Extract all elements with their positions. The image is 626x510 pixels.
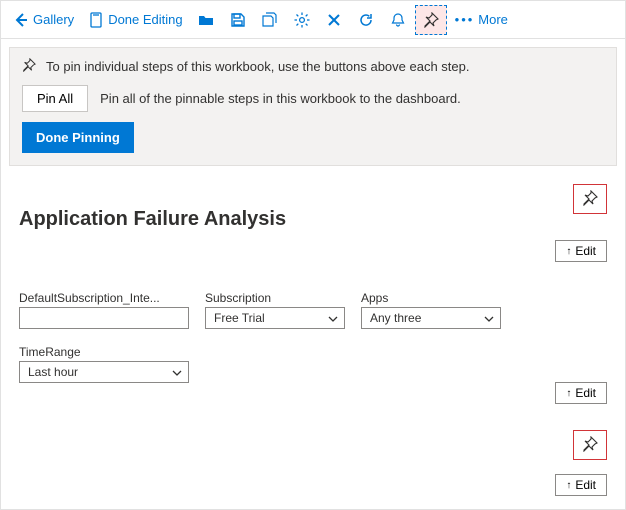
back-label: Gallery xyxy=(33,12,74,27)
pin-step-button-1[interactable] xyxy=(573,184,607,214)
pin-panel: To pin individual steps of this workbook… xyxy=(9,47,617,166)
pin-info-text: To pin individual steps of this workbook… xyxy=(46,59,469,74)
open-button[interactable] xyxy=(191,6,221,34)
param-label: Subscription xyxy=(205,291,345,305)
param-select-time-range[interactable]: Last hour xyxy=(19,361,189,383)
pin-info-row: To pin individual steps of this workbook… xyxy=(22,58,604,75)
pin-icon xyxy=(582,190,598,209)
save-button[interactable] xyxy=(223,6,253,34)
arrow-up-icon: ↑ xyxy=(566,246,571,257)
param-select-subscription[interactable]: Free Trial xyxy=(205,307,345,329)
page-title: Application Failure Analysis xyxy=(19,208,607,231)
done-editing-label: Done Editing xyxy=(108,12,182,27)
workbook-content: Application Failure Analysis ↑ Edit Defa… xyxy=(1,174,625,397)
chevron-down-icon xyxy=(172,367,182,377)
param-select-default-subscription[interactable] xyxy=(19,307,189,329)
edit-step-button-3[interactable]: ↑ Edit xyxy=(555,474,607,496)
settings-button[interactable] xyxy=(287,6,317,34)
param-apps: Apps Any three xyxy=(361,291,501,329)
save-as-button[interactable] xyxy=(255,6,285,34)
param-select-apps[interactable]: Any three xyxy=(361,307,501,329)
edit-label: Edit xyxy=(575,386,596,400)
pin-icon xyxy=(22,58,36,75)
pin-icon xyxy=(423,12,439,28)
done-pinning-button[interactable]: Done Pinning xyxy=(22,122,134,153)
edit-label: Edit xyxy=(575,244,596,258)
param-label: TimeRange xyxy=(19,345,189,359)
bell-icon xyxy=(390,12,406,28)
save-icon xyxy=(230,12,246,28)
parameters-block: DefaultSubscription_Inte... Subscription… xyxy=(19,291,519,383)
param-value: Free Trial xyxy=(214,311,265,325)
arrow-up-icon: ↑ xyxy=(566,388,571,399)
pin-step-button-2[interactable] xyxy=(573,430,607,460)
edit-step-button-1[interactable]: ↑ Edit xyxy=(555,240,607,262)
param-subscription: Subscription Free Trial xyxy=(205,291,345,329)
param-value: Any three xyxy=(370,311,421,325)
param-label: Apps xyxy=(361,291,501,305)
pin-toolbar-button[interactable] xyxy=(415,5,447,35)
param-default-subscription: DefaultSubscription_Inte... xyxy=(19,291,189,329)
param-value: Last hour xyxy=(28,365,78,379)
param-time-range: TimeRange Last hour xyxy=(19,345,189,383)
device-icon xyxy=(88,12,104,28)
pin-all-row: Pin All Pin all of the pinnable steps in… xyxy=(22,85,604,112)
param-label: DefaultSubscription_Inte... xyxy=(19,291,189,305)
refresh-icon xyxy=(358,12,374,28)
toolbar: Gallery Done Editing xyxy=(1,1,625,39)
save-copy-icon xyxy=(262,12,278,28)
edit-label: Edit xyxy=(575,478,596,492)
chevron-down-icon xyxy=(484,313,494,323)
arrow-left-icon xyxy=(13,12,29,28)
arrow-up-icon: ↑ xyxy=(566,480,571,491)
alerts-button[interactable] xyxy=(383,6,413,34)
more-button[interactable]: ••• More xyxy=(449,12,514,27)
folder-icon xyxy=(198,12,214,28)
chevron-down-icon xyxy=(328,313,338,323)
more-label: More xyxy=(478,12,508,27)
edit-step-button-2[interactable]: ↑ Edit xyxy=(555,382,607,404)
close-icon xyxy=(326,12,342,28)
pin-all-button[interactable]: Pin All xyxy=(22,85,88,112)
close-button[interactable] xyxy=(319,6,349,34)
refresh-button[interactable] xyxy=(351,6,381,34)
gear-icon xyxy=(294,12,310,28)
ellipsis-icon: ••• xyxy=(455,12,475,27)
pin-icon xyxy=(582,436,598,455)
pin-all-desc: Pin all of the pinnable steps in this wo… xyxy=(100,91,461,106)
back-to-gallery-button[interactable]: Gallery xyxy=(7,6,80,34)
done-editing-button[interactable]: Done Editing xyxy=(82,6,188,34)
